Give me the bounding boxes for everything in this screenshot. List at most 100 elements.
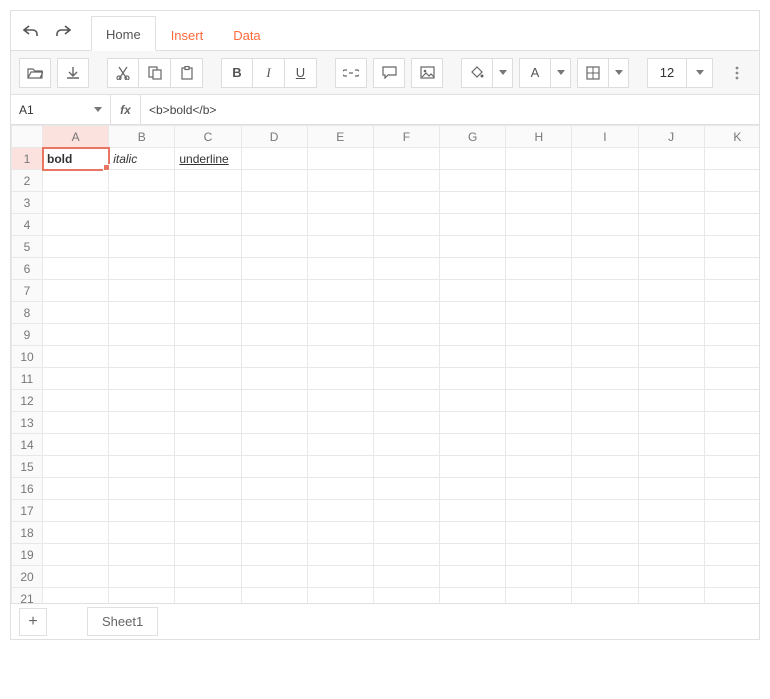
cell[interactable] [638, 236, 704, 258]
cell[interactable] [506, 170, 572, 192]
cell[interactable] [506, 280, 572, 302]
cell[interactable] [109, 324, 175, 346]
cell[interactable] [704, 566, 759, 588]
cell-reference-box[interactable]: A1 [11, 95, 111, 124]
cell[interactable] [572, 346, 638, 368]
cell[interactable] [241, 434, 307, 456]
cell[interactable] [506, 368, 572, 390]
cell[interactable] [241, 456, 307, 478]
cell[interactable] [43, 280, 109, 302]
cell[interactable] [638, 588, 704, 604]
cell[interactable] [43, 588, 109, 604]
cell[interactable] [241, 258, 307, 280]
cell[interactable] [109, 302, 175, 324]
cell[interactable] [307, 280, 373, 302]
cell[interactable] [638, 170, 704, 192]
cell[interactable] [175, 280, 241, 302]
cell[interactable] [43, 302, 109, 324]
cell[interactable] [440, 522, 506, 544]
cell[interactable]: italic [109, 148, 175, 170]
cell[interactable] [109, 566, 175, 588]
cell[interactable] [638, 368, 704, 390]
cell[interactable] [175, 544, 241, 566]
row-header[interactable]: 3 [12, 192, 43, 214]
cell[interactable] [43, 456, 109, 478]
cell[interactable] [638, 346, 704, 368]
column-header[interactable]: E [307, 126, 373, 148]
row-header[interactable]: 15 [12, 456, 43, 478]
cell[interactable] [506, 522, 572, 544]
cell[interactable]: underline [175, 148, 241, 170]
cell[interactable] [307, 170, 373, 192]
cell[interactable] [175, 214, 241, 236]
row-header[interactable]: 18 [12, 522, 43, 544]
cell[interactable] [373, 214, 439, 236]
cell[interactable] [704, 280, 759, 302]
cell[interactable] [704, 522, 759, 544]
cell[interactable] [43, 566, 109, 588]
cell[interactable] [572, 566, 638, 588]
cell[interactable] [109, 456, 175, 478]
cell[interactable] [373, 280, 439, 302]
row-header[interactable]: 9 [12, 324, 43, 346]
column-header[interactable]: B [109, 126, 175, 148]
cell[interactable] [241, 148, 307, 170]
cell[interactable] [175, 390, 241, 412]
redo-button[interactable] [51, 19, 75, 43]
cell[interactable] [638, 478, 704, 500]
cell[interactable] [307, 346, 373, 368]
cell[interactable] [373, 434, 439, 456]
cell[interactable] [175, 588, 241, 604]
cell[interactable] [506, 214, 572, 236]
font-color-dropdown[interactable] [551, 58, 571, 88]
row-header[interactable]: 2 [12, 170, 43, 192]
cell[interactable] [506, 302, 572, 324]
cell[interactable] [373, 258, 439, 280]
cell[interactable] [704, 478, 759, 500]
cell[interactable] [109, 434, 175, 456]
cell[interactable] [241, 302, 307, 324]
open-button[interactable] [19, 58, 51, 88]
column-header[interactable]: H [506, 126, 572, 148]
cell[interactable] [175, 170, 241, 192]
row-header[interactable]: 11 [12, 368, 43, 390]
cell[interactable] [638, 412, 704, 434]
row-header[interactable]: 6 [12, 258, 43, 280]
column-header[interactable]: C [175, 126, 241, 148]
cell[interactable] [43, 236, 109, 258]
add-sheet-button[interactable]: + [19, 608, 47, 636]
fill-color-button[interactable] [461, 58, 493, 88]
column-header[interactable]: A [43, 126, 109, 148]
cell[interactable] [241, 170, 307, 192]
cell[interactable] [373, 324, 439, 346]
cell[interactable] [175, 456, 241, 478]
column-header[interactable]: F [373, 126, 439, 148]
spreadsheet-grid[interactable]: ABCDEFGHIJK1bolditalicunderline234567891… [11, 125, 759, 603]
cell[interactable] [307, 390, 373, 412]
copy-button[interactable] [139, 58, 171, 88]
row-header[interactable]: 16 [12, 478, 43, 500]
cell[interactable] [638, 214, 704, 236]
cell[interactable] [109, 522, 175, 544]
fill-color-dropdown[interactable] [493, 58, 513, 88]
cell[interactable] [175, 478, 241, 500]
cell[interactable] [638, 500, 704, 522]
cell[interactable] [373, 478, 439, 500]
cell[interactable] [241, 214, 307, 236]
cell[interactable] [241, 280, 307, 302]
cell[interactable] [572, 412, 638, 434]
toolbar-more-button[interactable] [725, 58, 749, 88]
cell[interactable] [307, 368, 373, 390]
cell[interactable] [440, 346, 506, 368]
cell[interactable] [241, 346, 307, 368]
cell[interactable] [440, 280, 506, 302]
cell[interactable] [43, 412, 109, 434]
cell[interactable] [440, 170, 506, 192]
tab-home[interactable]: Home [91, 16, 156, 51]
cell[interactable] [109, 346, 175, 368]
cell[interactable] [43, 258, 109, 280]
cell[interactable] [506, 478, 572, 500]
cell[interactable] [440, 192, 506, 214]
cell[interactable] [109, 500, 175, 522]
cell[interactable] [572, 236, 638, 258]
